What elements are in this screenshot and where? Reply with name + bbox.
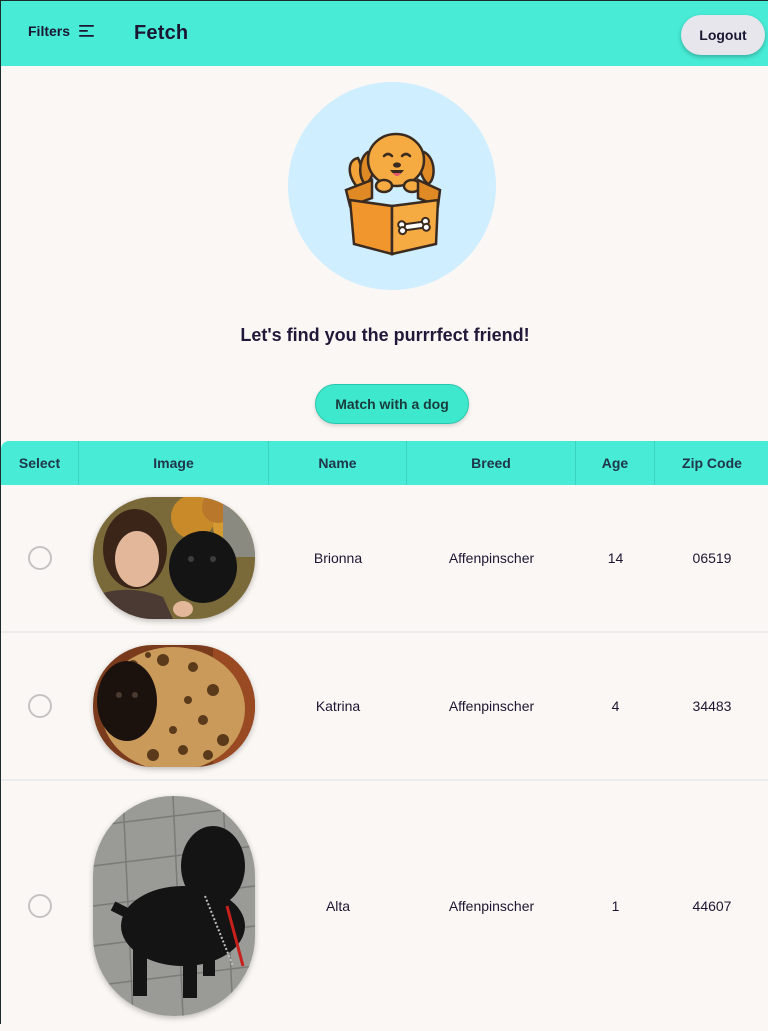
dog-name: Alta: [325, 898, 351, 914]
column-header-breed: Breed: [407, 441, 576, 485]
hero-avatar: [288, 82, 496, 290]
column-header-select: Select: [1, 441, 79, 485]
main-content: Let's find you the purrrfect friend! Mat…: [0, 66, 768, 1024]
dog-zip-code: 44607: [692, 898, 732, 914]
dog-in-box-illustration: [344, 132, 442, 256]
black-dog-on-pavement-photo: [93, 796, 255, 1016]
app-brand[interactable]: Fetch: [134, 22, 188, 45]
table-row[interactable]: Katrina Affenpinscher 4 34483: [1, 633, 768, 781]
dog-age: 14: [607, 550, 624, 566]
column-header-image: Image: [79, 441, 269, 485]
tagline-heading: Let's find you the purrrfect friend!: [240, 325, 530, 345]
dog-age: 1: [611, 898, 620, 914]
table-row[interactable]: Alta Affenpinscher 1 44607: [1, 781, 768, 1031]
column-header-age: Age: [576, 441, 655, 485]
dog-breed: Affenpinscher: [448, 898, 535, 914]
select-radio[interactable]: [28, 546, 52, 570]
dog-zip-code: 06519: [692, 550, 732, 566]
column-header-name: Name: [269, 441, 407, 485]
column-header-zip-code: Zip Code: [682, 455, 742, 471]
filters-button[interactable]: Filters: [28, 23, 96, 39]
woman-with-black-dog-photo: [93, 497, 255, 619]
filter-lines-icon: [79, 24, 96, 38]
dog-zip-code: 34483: [692, 698, 732, 714]
dog-breed: Affenpinscher: [448, 550, 535, 566]
select-radio[interactable]: [28, 694, 52, 718]
dog-name: Katrina: [315, 698, 361, 714]
select-radio[interactable]: [28, 894, 52, 918]
top-navbar: Filters Fetch Logout: [0, 0, 768, 66]
table-row[interactable]: Brionna Affenpinscher 14 06519: [1, 485, 768, 633]
dogs-table: Select Image Name Breed Age Zip Code Bri…: [1, 441, 768, 1031]
table-header: Select Image Name Breed Age Zip Code: [1, 441, 768, 485]
logout-button[interactable]: Logout: [681, 15, 765, 55]
dog-in-leopard-bed-photo: [93, 645, 255, 767]
dog-name: Brionna: [313, 550, 363, 566]
match-with-dog-button[interactable]: Match with a dog: [315, 384, 469, 424]
filters-label: Filters: [28, 23, 71, 39]
dog-breed: Affenpinscher: [448, 698, 535, 714]
dog-age: 4: [611, 698, 620, 714]
